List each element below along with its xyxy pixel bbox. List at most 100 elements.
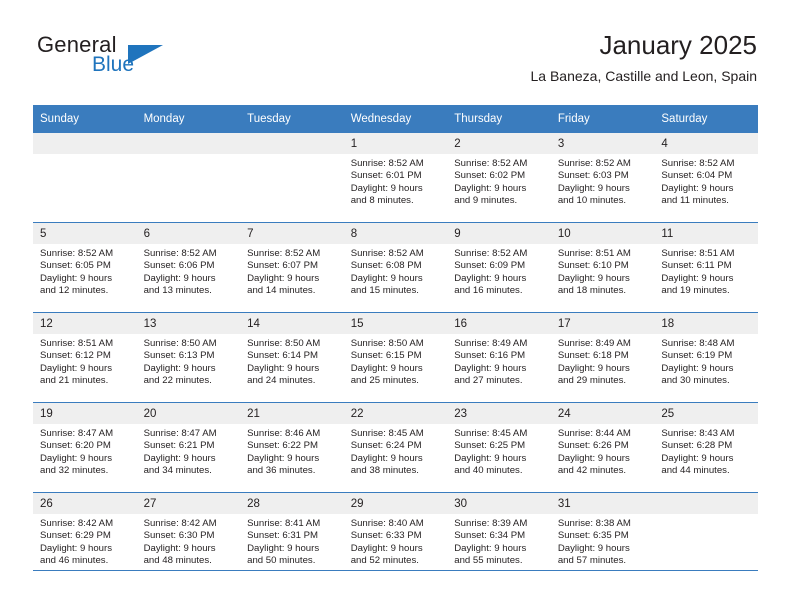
day-details: Sunrise: 8:52 AM Sunset: 6:04 PM Daylight:…	[654, 154, 758, 208]
calendar-day-cell[interactable]: 5 Sunrise: 8:52 AM Sunset: 6:05 PM Daylight…	[33, 222, 137, 313]
sunrise-time: Sunrise: 8:52 AM	[350, 158, 424, 169]
calendar-day-cell[interactable]: 21 Sunrise: 8:46 AM Sunset: 6:22 PM Dayligh…	[240, 402, 344, 493]
daylight-duration-line1: Daylight: 9 hours	[350, 452, 423, 464]
sunrise-time: Sunrise: 8:45 AM	[350, 428, 424, 439]
day-number: 23	[447, 403, 551, 424]
daylight-duration-line2: and 25 minutes.	[350, 375, 419, 387]
daylight-duration-line2: and 55 minutes.	[454, 555, 523, 567]
day-details: Sunrise: 8:47 AM Sunset: 6:21 PM Daylight:…	[137, 424, 241, 478]
day-details: Sunrise: 8:43 AM Sunset: 6:28 PM Daylight:…	[654, 424, 758, 478]
sunrise-time: Sunrise: 8:52 AM	[661, 158, 735, 169]
daylight-duration-line2: and 52 minutes.	[350, 555, 419, 567]
day-details: Sunrise: 8:49 AM Sunset: 6:16 PM Daylight:…	[447, 334, 551, 388]
day-details: Sunrise: 8:51 AM Sunset: 6:10 PM Daylight:…	[551, 244, 655, 298]
sunset-time: Sunset: 6:21 PM	[143, 440, 215, 452]
calendar-day-cell[interactable]: 24 Sunrise: 8:44 AM Sunset: 6:26 PM Dayligh…	[550, 402, 655, 493]
daylight-duration-line2: and 27 minutes.	[454, 375, 523, 387]
calendar-week-row: 1 Sunrise: 8:52 AM Sunset: 6:01 PM Daylight…	[33, 132, 758, 223]
daylight-duration-line1: Daylight: 9 hours	[454, 272, 527, 284]
logo-text-blue: Blue	[92, 53, 135, 76]
calendar-day-cell[interactable]: 31 Sunrise: 8:38 AM Sunset: 6:35 PM Dayligh…	[550, 492, 655, 582]
calendar-day-cell[interactable]: 4 Sunrise: 8:52 AM Sunset: 6:04 PM Daylight…	[654, 132, 758, 223]
sunrise-time: Sunrise: 8:52 AM	[247, 248, 321, 259]
daylight-duration-line1: Daylight: 9 hours	[40, 542, 112, 554]
daylight-duration-line2: and 8 minutes.	[350, 195, 414, 207]
sunrise-time: Sunrise: 8:40 AM	[350, 518, 424, 529]
calendar-day-cell[interactable]: 22 Sunrise: 8:45 AM Sunset: 6:24 PM Dayligh…	[343, 402, 448, 493]
weekday-header-tuesday: Tuesday	[240, 105, 344, 133]
calendar-empty-cell	[33, 132, 137, 223]
daylight-duration-line2: and 57 minutes.	[557, 555, 627, 567]
day-number: 18	[654, 313, 758, 334]
calendar-day-cell[interactable]: 20 Sunrise: 8:47 AM Sunset: 6:21 PM Dayligh…	[136, 402, 241, 493]
sunset-time: Sunset: 6:26 PM	[557, 440, 629, 452]
calendar-day-cell[interactable]: 6 Sunrise: 8:52 AM Sunset: 6:06 PM Daylight…	[136, 222, 241, 313]
day-details: Sunrise: 8:46 AM Sunset: 6:22 PM Daylight:…	[240, 424, 344, 478]
calendar-day-cell[interactable]: 11 Sunrise: 8:51 AM Sunset: 6:11 PM Dayligh…	[654, 222, 758, 313]
day-number: 3	[550, 133, 655, 154]
sunset-time: Sunset: 6:15 PM	[350, 350, 422, 362]
calendar-day-cell[interactable]: 29 Sunrise: 8:40 AM Sunset: 6:33 PM Dayligh…	[343, 492, 448, 582]
calendar-bottom-rule	[33, 570, 758, 571]
daylight-duration-line1: Daylight: 9 hours	[454, 182, 527, 194]
daylight-duration-line2: and 38 minutes.	[350, 465, 419, 477]
calendar-empty-cell	[654, 492, 758, 582]
daylight-duration-line1: Daylight: 9 hours	[557, 182, 630, 194]
calendar-day-cell[interactable]: 3 Sunrise: 8:52 AM Sunset: 6:03 PM Daylight…	[550, 132, 655, 223]
day-number: 28	[240, 493, 344, 514]
daylight-duration-line2: and 44 minutes.	[661, 465, 730, 477]
calendar-day-cell[interactable]: 17 Sunrise: 8:49 AM Sunset: 6:18 PM Dayligh…	[550, 312, 655, 403]
calendar-day-cell[interactable]: 7 Sunrise: 8:52 AM Sunset: 6:07 PM Daylight…	[240, 222, 344, 313]
daylight-duration-line2: and 16 minutes.	[454, 285, 523, 297]
calendar-day-cell[interactable]: 23 Sunrise: 8:45 AM Sunset: 6:25 PM Dayligh…	[447, 402, 551, 493]
sunrise-time: Sunrise: 8:51 AM	[40, 338, 114, 349]
calendar-day-cell[interactable]: 2 Sunrise: 8:52 AM Sunset: 6:02 PM Daylight…	[447, 132, 551, 223]
day-details: Sunrise: 8:52 AM Sunset: 6:03 PM Daylight:…	[551, 154, 655, 208]
calendar-day-cell[interactable]: 10 Sunrise: 8:51 AM Sunset: 6:10 PM Dayligh…	[550, 222, 655, 313]
daylight-duration-line1: Daylight: 9 hours	[557, 272, 630, 284]
calendar-day-cell[interactable]: 28 Sunrise: 8:41 AM Sunset: 6:31 PM Dayligh…	[240, 492, 344, 582]
calendar-day-cell[interactable]: 1 Sunrise: 8:52 AM Sunset: 6:01 PM Daylight…	[343, 132, 448, 223]
calendar-day-cell[interactable]: 15 Sunrise: 8:50 AM Sunset: 6:15 PM Dayligh…	[343, 312, 448, 403]
day-details: Sunrise: 8:52 AM Sunset: 6:09 PM Daylight:…	[447, 244, 551, 298]
day-number: 6	[136, 223, 241, 244]
calendar-day-cell[interactable]: 9 Sunrise: 8:52 AM Sunset: 6:09 PM Daylight…	[447, 222, 551, 313]
daylight-duration-line2: and 32 minutes.	[40, 465, 109, 477]
sunset-time: Sunset: 6:03 PM	[557, 170, 629, 182]
daylight-duration-line1: Daylight: 9 hours	[557, 452, 630, 464]
calendar-day-cell[interactable]: 27 Sunrise: 8:42 AM Sunset: 6:30 PM Dayligh…	[136, 492, 241, 582]
daylight-duration-line2: and 42 minutes.	[557, 465, 627, 477]
daylight-duration-line1: Daylight: 9 hours	[454, 362, 527, 374]
day-details: Sunrise: 8:52 AM Sunset: 6:06 PM Daylight:…	[137, 244, 241, 298]
calendar-day-cell[interactable]: 18 Sunrise: 8:48 AM Sunset: 6:19 PM Dayligh…	[654, 312, 758, 403]
day-number: 13	[136, 313, 241, 334]
calendar-day-cell[interactable]: 16 Sunrise: 8:49 AM Sunset: 6:16 PM Dayligh…	[447, 312, 551, 403]
calendar-day-cell[interactable]: 12 Sunrise: 8:51 AM Sunset: 6:12 PM Dayligh…	[33, 312, 137, 403]
day-number	[33, 133, 137, 154]
calendar-day-cell[interactable]: 19 Sunrise: 8:47 AM Sunset: 6:20 PM Dayligh…	[33, 402, 137, 493]
sunrise-time: Sunrise: 8:52 AM	[454, 248, 528, 259]
sunrise-time: Sunrise: 8:47 AM	[40, 428, 114, 439]
sunset-time: Sunset: 6:19 PM	[661, 350, 733, 362]
sunrise-time: Sunrise: 8:44 AM	[557, 428, 631, 439]
sunset-time: Sunset: 6:07 PM	[247, 260, 319, 272]
calendar-day-cell[interactable]: 8 Sunrise: 8:52 AM Sunset: 6:08 PM Daylight…	[343, 222, 448, 313]
calendar-day-cell[interactable]: 14 Sunrise: 8:50 AM Sunset: 6:14 PM Dayligh…	[240, 312, 344, 403]
sunrise-time: Sunrise: 8:47 AM	[143, 428, 217, 439]
general-blue-logo[interactable]: General Blue	[33, 32, 243, 90]
calendar-day-cell[interactable]: 13 Sunrise: 8:50 AM Sunset: 6:13 PM Dayligh…	[136, 312, 241, 403]
day-number: 29	[343, 493, 448, 514]
calendar-day-cell[interactable]: 30 Sunrise: 8:39 AM Sunset: 6:34 PM Dayligh…	[447, 492, 551, 582]
sunset-time: Sunset: 6:33 PM	[350, 530, 422, 542]
day-number: 15	[343, 313, 448, 334]
sunset-time: Sunset: 6:31 PM	[247, 530, 319, 542]
daylight-duration-line2: and 46 minutes.	[40, 555, 109, 567]
sunrise-time: Sunrise: 8:51 AM	[661, 248, 735, 259]
calendar-day-cell[interactable]: 26 Sunrise: 8:42 AM Sunset: 6:29 PM Dayligh…	[33, 492, 137, 582]
day-number: 27	[136, 493, 241, 514]
day-number	[136, 133, 241, 154]
sunset-time: Sunset: 6:09 PM	[454, 260, 526, 272]
sunset-time: Sunset: 6:16 PM	[454, 350, 526, 362]
calendar-day-cell[interactable]: 25 Sunrise: 8:43 AM Sunset: 6:28 PM Dayligh…	[654, 402, 758, 493]
sunset-time: Sunset: 6:30 PM	[143, 530, 215, 542]
